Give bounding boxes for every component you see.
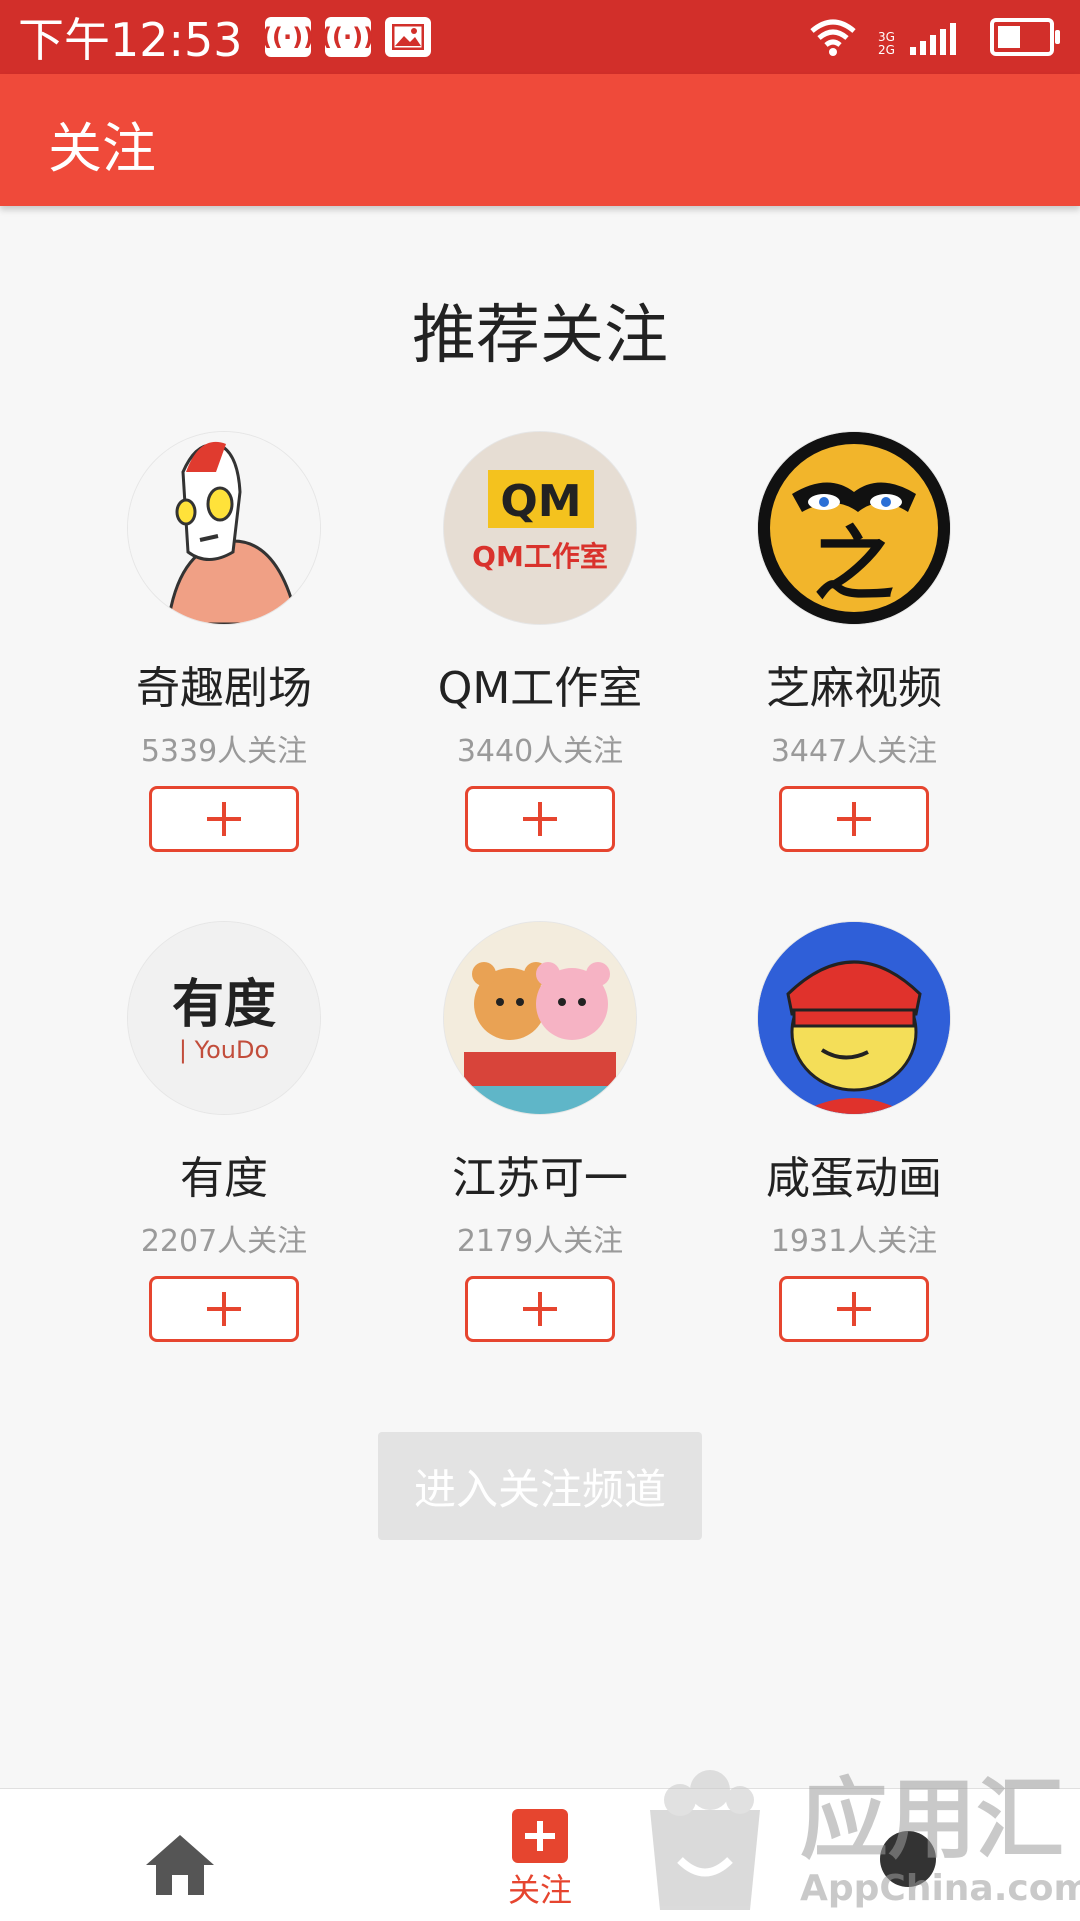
- hotspot-icon: ((·)): [321, 17, 374, 57]
- add-follow-icon: [512, 1809, 568, 1863]
- channel-name: 芝麻视频: [766, 663, 942, 714]
- ultraman-cartoon-avatar: [128, 432, 320, 624]
- nav-tab-follow[interactable]: 关注: [494, 1809, 586, 1911]
- channel-avatar[interactable]: [444, 922, 636, 1114]
- channel-avatar[interactable]: [128, 432, 320, 624]
- follower-count: 5339人关注: [140, 734, 308, 769]
- wifi-icon: [810, 19, 856, 56]
- channel-card: 江苏可一 2179人关注: [410, 922, 670, 1342]
- plus-icon: [837, 1292, 871, 1326]
- plus-icon: [207, 1292, 241, 1326]
- follower-count: 2179人关注: [456, 1224, 624, 1259]
- follower-count: 3440人关注: [456, 734, 624, 769]
- youdo-logo-en: | YouDo: [179, 1036, 269, 1064]
- channel-avatar[interactable]: 之: [758, 432, 950, 624]
- status-bar: 下午12:53 ((·)) ((·)) 3G 2G: [0, 0, 1080, 74]
- nav-tab-follow-label: 关注: [507, 1871, 572, 1909]
- section-title: 推荐关注: [412, 299, 668, 373]
- battery-icon: [990, 18, 1060, 56]
- channel-name: 江苏可一: [452, 1153, 628, 1204]
- channel-card: 有度 | YouDo 有度 2207人关注: [94, 922, 354, 1342]
- qm-logo-line: QM工作室: [472, 540, 608, 573]
- plus-icon: [207, 802, 241, 836]
- status-notification-icons: ((·)) ((·)): [261, 17, 431, 57]
- zhima-face-logo: 之: [758, 432, 950, 624]
- youdo-logo: 有度 | YouDo: [128, 922, 320, 1114]
- channel-name: QM工作室: [437, 663, 643, 714]
- follow-button[interactable]: [465, 1276, 615, 1342]
- channel-name: 有度: [180, 1153, 268, 1204]
- follower-count: 3447人关注: [770, 734, 938, 769]
- cartoon-boy-avatar: [758, 922, 950, 1114]
- network-type: 3G 2G: [878, 30, 895, 57]
- image-icon: [384, 17, 431, 57]
- zhima-logo-text: 之: [814, 518, 894, 611]
- hotspot-icon: ((·)): [261, 17, 314, 57]
- channel-avatar[interactable]: 有度 | YouDo: [128, 922, 320, 1114]
- follow-button[interactable]: [149, 786, 299, 852]
- channel-card: QM QM工作室 QM工作室 3440人关注: [410, 432, 670, 852]
- home-icon[interactable]: [140, 1829, 220, 1899]
- channel-avatar[interactable]: QM QM工作室: [444, 432, 636, 624]
- channel-card: 咸蛋动画 1931人关注: [724, 922, 984, 1342]
- channel-card: 之 芝麻视频 3447人关注: [724, 432, 984, 852]
- channel-name: 奇趣剧场: [136, 663, 312, 714]
- bear-couple-avatar: [444, 922, 636, 1114]
- channel-avatar[interactable]: [758, 922, 950, 1114]
- status-time: 下午12:53: [18, 13, 243, 67]
- follow-button[interactable]: [779, 786, 929, 852]
- plus-icon: [523, 1292, 557, 1326]
- qm-studio-logo: QM QM工作室: [444, 432, 636, 624]
- plus-icon: [523, 802, 557, 836]
- follow-button[interactable]: [465, 786, 615, 852]
- app-bar: 关注: [0, 74, 1080, 206]
- enter-follow-channel-button[interactable]: 进入关注频道: [378, 1432, 702, 1540]
- bottom-nav: 关注: [0, 1788, 1080, 1921]
- page-title: 关注: [48, 117, 156, 180]
- channel-card: 奇趣剧场 5339人关注: [94, 432, 354, 852]
- follow-button[interactable]: [149, 1276, 299, 1342]
- follower-count: 1931人关注: [770, 1224, 938, 1259]
- youdo-logo-cn: 有度: [172, 974, 276, 1035]
- profile-icon[interactable]: [880, 1831, 936, 1887]
- cell-signal-icon: 3G 2G: [878, 17, 970, 57]
- follower-count: 2207人关注: [140, 1224, 308, 1259]
- plus-icon: [837, 802, 871, 836]
- status-system-icons: 3G 2G: [808, 17, 1060, 57]
- follow-button[interactable]: [779, 1276, 929, 1342]
- qm-logo-text: QM: [500, 476, 581, 527]
- channel-name: 咸蛋动画: [766, 1153, 942, 1204]
